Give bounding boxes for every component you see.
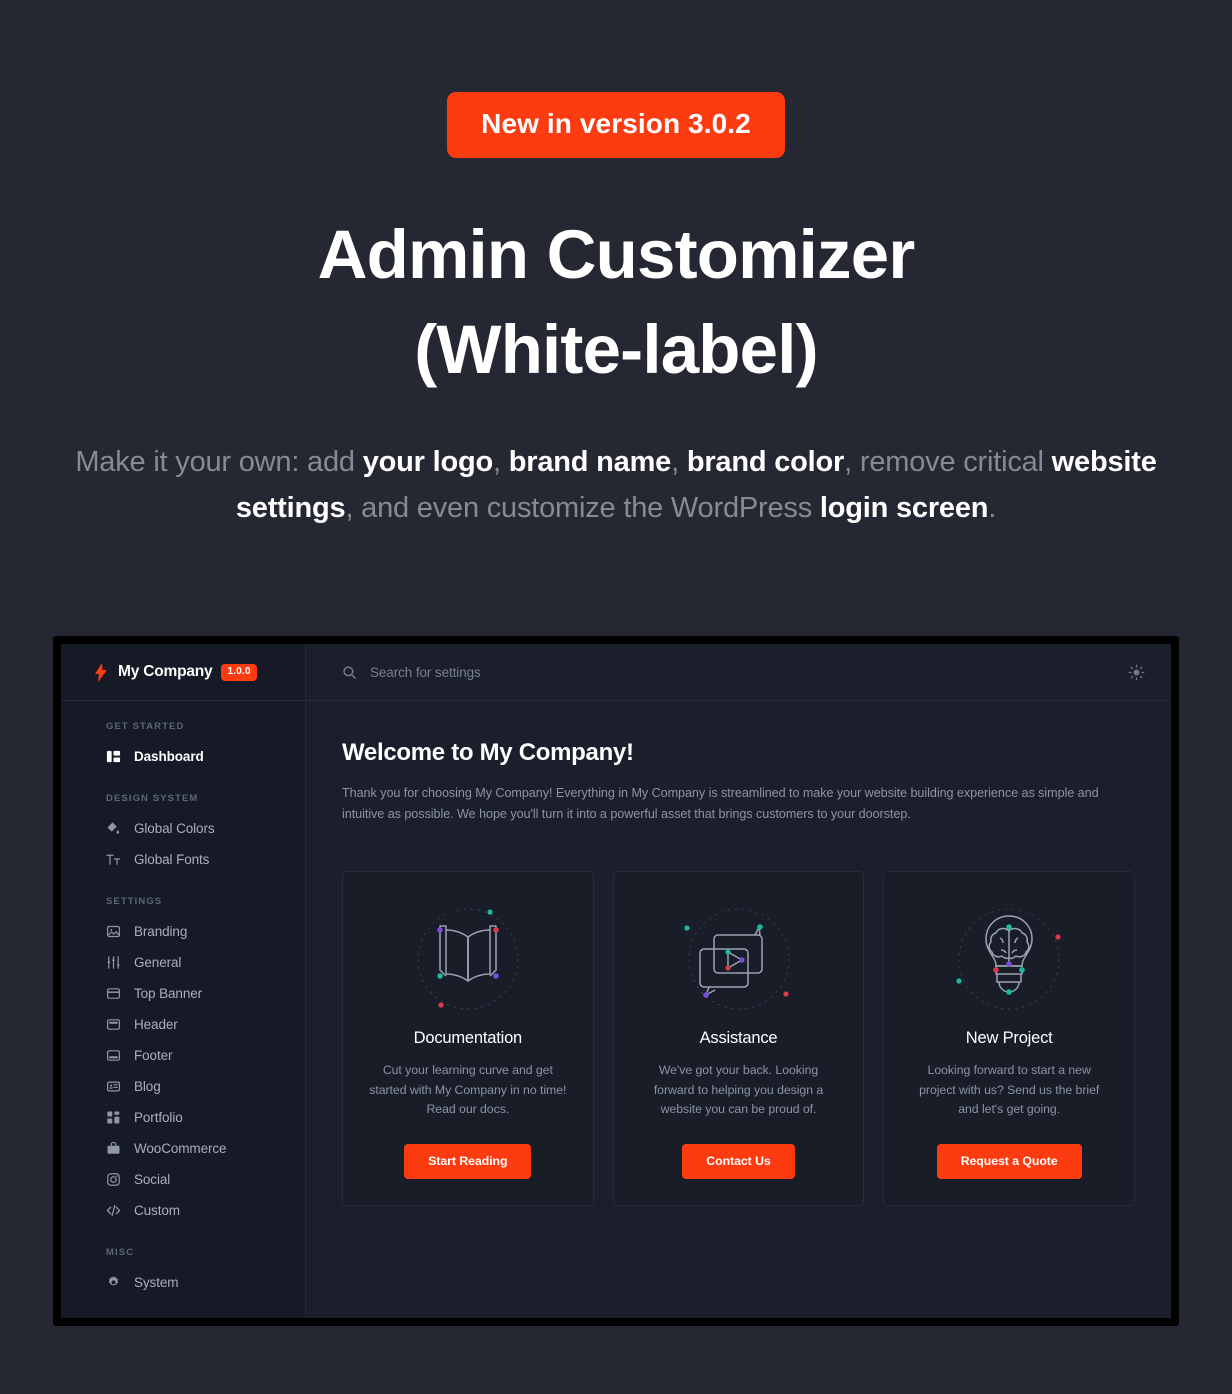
app-screenshot-frame: My Company 1.0.0 GET STARTED Dashboard D…	[53, 636, 1179, 1326]
subtitle-emphasis: login screen	[819, 491, 989, 524]
card-grid: Documentation Cut your learning curve an…	[342, 871, 1136, 1207]
card-documentation: Documentation Cut your learning curve an…	[342, 871, 594, 1207]
sidebar-item-label: Top Banner	[134, 986, 203, 1001]
header-layout-icon	[106, 1017, 121, 1032]
sidebar-item-label: Dashboard	[134, 749, 204, 764]
start-reading-button[interactable]: Start Reading	[404, 1144, 532, 1180]
card-text: We've got your back. Looking forward to …	[653, 1063, 824, 1117]
search-icon	[342, 665, 357, 680]
dashboard-layout-icon	[106, 749, 121, 764]
sidebar-item-general[interactable]: General	[61, 947, 305, 978]
image-icon	[106, 924, 121, 939]
top-banner-icon	[106, 986, 121, 1001]
nav-section-label: SETTINGS	[106, 896, 163, 907]
subtitle-part: .	[988, 491, 997, 524]
sidebar-item-top-banner[interactable]: Top Banner	[61, 978, 305, 1009]
sidebar-item-label: General	[134, 955, 182, 970]
paint-bucket-icon	[106, 821, 121, 836]
subtitle-emphasis: your logo	[362, 446, 494, 479]
open-book-illustration	[402, 902, 534, 1020]
card-title: New Project	[965, 1029, 1053, 1048]
lightning-bolt-icon	[94, 662, 109, 682]
page-subtitle: Make it your own: add your logo, brand n…	[71, 440, 1161, 532]
subtitle-part: , and even customize the WordPress	[345, 491, 820, 524]
top-bar: Search for settings	[306, 644, 1171, 701]
sidebar-item-woocommerce[interactable]: WooCommerce	[61, 1133, 305, 1164]
sidebar-item-header[interactable]: Header	[61, 1009, 305, 1040]
version-chip: 1.0.0	[221, 663, 257, 681]
card-title: Documentation	[413, 1029, 523, 1048]
brand-name: My Company	[118, 663, 213, 680]
sidebar-item-global-colors[interactable]: Global Colors	[61, 813, 305, 844]
nav-section-label: MISC	[106, 1247, 135, 1258]
subtitle-part: , remove critical	[844, 446, 1052, 479]
sidebar-item-label: Portfolio	[134, 1110, 183, 1125]
lightbulb-brain-illustration	[943, 902, 1075, 1020]
sidebar-item-label: Custom	[134, 1203, 180, 1218]
version-badge: New in version 3.0.2	[447, 92, 785, 158]
sidebar-nav: GET STARTED Dashboard DESIGN SYSTEM Glob…	[61, 701, 305, 1318]
main-area: Search for settings Welcome to My Compan…	[306, 644, 1171, 1318]
sidebar-item-custom[interactable]: Custom	[61, 1195, 305, 1226]
page-title-line-2: (White-label)	[414, 310, 818, 388]
sidebar-item-blog[interactable]: Blog	[61, 1071, 305, 1102]
nav-section-label: DESIGN SYSTEM	[106, 793, 199, 804]
sidebar-item-global-fonts[interactable]: Global Fonts	[61, 844, 305, 875]
sidebar-item-label: Footer	[134, 1048, 173, 1063]
blog-post-icon	[106, 1079, 121, 1094]
hero-section: New in version 3.0.2 Admin Customizer (W…	[0, 0, 1232, 532]
brand-header[interactable]: My Company 1.0.0	[61, 644, 305, 701]
sidebar-item-social[interactable]: Social	[61, 1164, 305, 1195]
search-input[interactable]: Search for settings	[342, 665, 1128, 680]
sidebar-item-dashboard[interactable]: Dashboard	[61, 741, 305, 772]
sidebar-item-label: WooCommerce	[134, 1141, 227, 1156]
instagram-icon	[106, 1172, 121, 1187]
gear-icon	[106, 1275, 121, 1290]
portfolio-grid-icon	[106, 1110, 121, 1125]
card-text: Cut your learning curve and get started …	[369, 1063, 567, 1117]
sidebar-item-label: Global Colors	[134, 821, 215, 836]
code-icon	[106, 1203, 121, 1218]
sun-icon[interactable]	[1128, 664, 1145, 681]
sidebar-item-system[interactable]: System	[61, 1267, 305, 1298]
sidebar-item-label: Header	[134, 1017, 178, 1032]
admin-app: My Company 1.0.0 GET STARTED Dashboard D…	[61, 644, 1171, 1318]
card-title: Assistance	[699, 1029, 778, 1048]
dashboard-content: Welcome to My Company! Thank you for cho…	[306, 701, 1171, 1318]
subtitle-part: ,	[493, 446, 509, 479]
sidebar: My Company 1.0.0 GET STARTED Dashboard D…	[61, 644, 306, 1318]
sidebar-item-portfolio[interactable]: Portfolio	[61, 1102, 305, 1133]
card-text: Looking forward to start a new project w…	[919, 1063, 1100, 1117]
welcome-body: Thank you for choosing My Company! Every…	[342, 786, 1099, 821]
card-new-project: New Project Looking forward to start a n…	[883, 871, 1136, 1207]
typography-icon	[106, 852, 121, 867]
footer-layout-icon	[106, 1048, 121, 1063]
subtitle-emphasis: brand name	[508, 446, 672, 479]
search-placeholder: Search for settings	[370, 664, 481, 680]
subtitle-part: Make it your own: add	[75, 446, 363, 479]
chat-bubbles-illustration	[673, 902, 805, 1020]
sidebar-item-label: System	[134, 1275, 179, 1290]
nav-section-label: GET STARTED	[106, 721, 185, 732]
welcome-title: Welcome to My Company!	[342, 739, 634, 766]
sidebar-item-label: Social	[134, 1172, 171, 1187]
page-title-line-1: Admin Customizer	[317, 216, 916, 293]
request-a-quote-button[interactable]: Request a Quote	[936, 1144, 1082, 1180]
sidebar-item-branding[interactable]: Branding	[61, 916, 305, 947]
subtitle-emphasis: brand color	[686, 446, 845, 479]
sidebar-item-footer[interactable]: Footer	[61, 1040, 305, 1071]
card-assistance: Assistance We've got your back. Looking …	[612, 871, 865, 1207]
shopping-bag-icon	[106, 1141, 121, 1156]
sidebar-item-label: Branding	[134, 924, 188, 939]
sidebar-item-label: Global Fonts	[134, 852, 210, 867]
sliders-icon	[106, 955, 121, 970]
subtitle-part: ,	[671, 446, 687, 479]
page-title: Admin Customizer (White-label)	[0, 208, 1232, 397]
contact-us-button[interactable]: Contact Us	[682, 1144, 795, 1180]
sidebar-item-label: Blog	[134, 1079, 161, 1094]
